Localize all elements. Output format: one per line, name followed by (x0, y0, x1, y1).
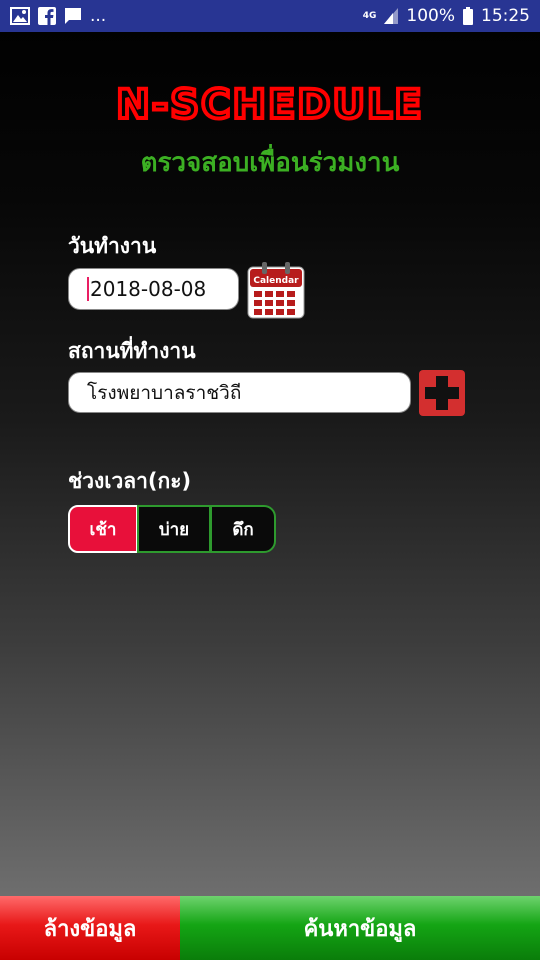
date-value: 2018-08-08 (90, 277, 207, 301)
date-field[interactable]: 2018-08-08 (68, 268, 239, 310)
text-cursor (87, 277, 89, 301)
shift-label: ช่วงเวลา(กะ) (68, 469, 192, 493)
shift-morning-button[interactable]: เช้า (68, 505, 138, 553)
logo-text: N-SCHEDULE (114, 80, 424, 130)
more-notifications: ... (90, 6, 107, 26)
network-type: 4G (362, 10, 377, 21)
search-button[interactable]: ค้นหาข้อมูล (180, 896, 540, 960)
svg-text:Calendar: Calendar (253, 276, 299, 286)
clock: 15:25 (481, 6, 530, 26)
battery-percent: 100% (406, 6, 455, 26)
clear-button[interactable]: ล้างข้อมูล (0, 896, 180, 960)
page-subtitle: ตรวจสอบเพื่อนร่วมงาน (140, 148, 400, 178)
hospital-cross-icon[interactable] (419, 370, 465, 416)
calendar-icon[interactable]: Calendar (247, 261, 305, 319)
message-icon (64, 7, 82, 25)
svg-text:N-SCHEDULE: N-SCHEDULE (116, 82, 424, 126)
shift-afternoon-button[interactable]: บ่าย (137, 505, 211, 553)
battery-icon (463, 7, 473, 25)
facebook-icon (38, 7, 56, 25)
date-label: วันทำงาน (68, 234, 157, 258)
location-label: สถานที่ทำงาน (68, 339, 196, 363)
location-value: โรงพยาบาลราชวิถี (87, 381, 242, 404)
signal-icon (384, 8, 399, 24)
app-logo: N-SCHEDULE (0, 80, 540, 130)
location-field[interactable]: โรงพยาบาลราชวิถี (68, 372, 411, 413)
shift-night-button[interactable]: ดึก (210, 505, 276, 553)
image-icon (10, 7, 30, 25)
status-bar: ... 4G 100% 15:25 (0, 0, 540, 32)
